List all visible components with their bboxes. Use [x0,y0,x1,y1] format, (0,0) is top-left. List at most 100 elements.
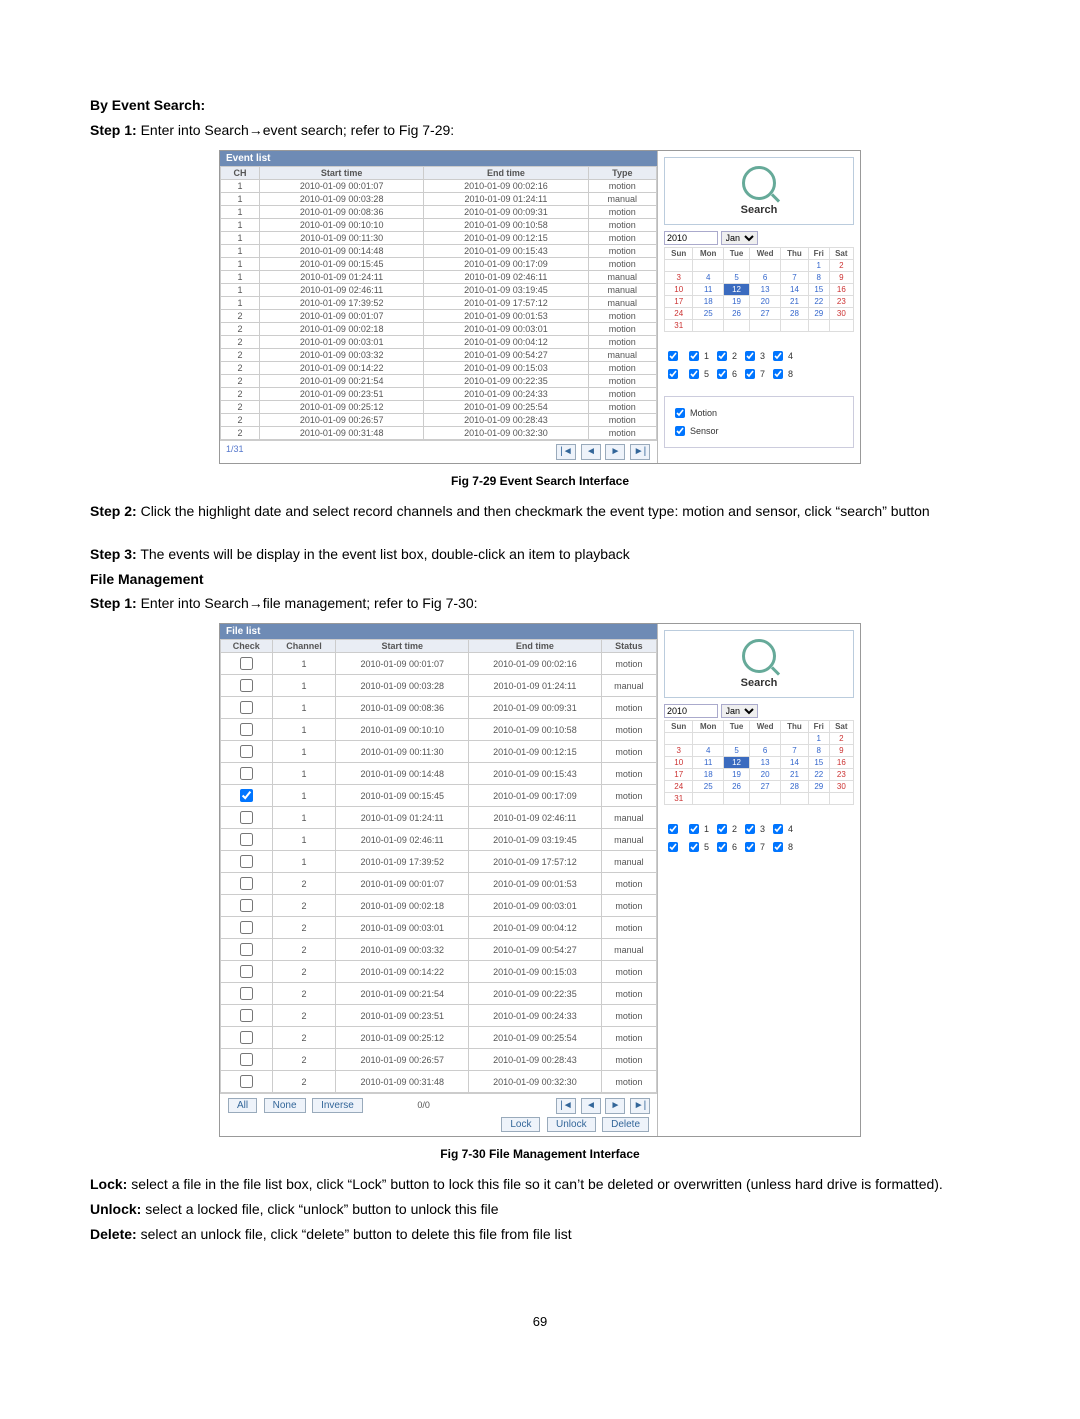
calendar-day[interactable]: 30 [829,781,853,793]
channel-group-check[interactable] [668,351,678,361]
calendar-day[interactable]: 8 [808,745,829,757]
calendar-day[interactable]: 5 [723,745,749,757]
calendar-day[interactable]: 2 [829,259,853,271]
file-row[interactable]: 22010-01-09 00:03:012010-01-09 00:04:12m… [221,917,657,939]
file-check[interactable] [240,877,253,890]
calendar-day[interactable]: 1 [808,733,829,745]
inverse-button[interactable]: Inverse [312,1098,363,1113]
channel-check[interactable] [773,369,783,379]
event-row[interactable]: 22010-01-09 00:03:012010-01-09 00:04:12m… [221,335,657,348]
file-check[interactable] [240,1075,253,1088]
calendar-day[interactable]: 5 [723,271,749,283]
file-check[interactable] [240,987,253,1000]
calendar-day[interactable]: 24 [665,307,693,319]
event-row[interactable]: 12010-01-09 01:24:112010-01-09 02:46:11m… [221,270,657,283]
channel-check[interactable] [689,369,699,379]
file-check[interactable] [240,943,253,956]
calendar-day[interactable]: 26 [723,307,749,319]
calendar-day[interactable]: 16 [829,283,853,295]
calendar-day[interactable]: 13 [750,283,781,295]
file-check[interactable] [240,811,253,824]
channel-group-check[interactable] [668,369,678,379]
channel-check[interactable] [689,351,699,361]
calendar-day[interactable]: 4 [693,271,724,283]
file-row[interactable]: 12010-01-09 00:10:102010-01-09 00:10:58m… [221,719,657,741]
event-row[interactable]: 22010-01-09 00:31:482010-01-09 00:32:30m… [221,426,657,439]
calendar-day[interactable]: 17 [665,769,693,781]
calendar-day[interactable]: 15 [808,283,829,295]
calendar-day[interactable]: 14 [781,757,809,769]
file-check[interactable] [240,657,253,670]
calendar-day[interactable]: 21 [781,295,809,307]
calendar-day[interactable]: 28 [781,307,809,319]
calendar-day[interactable]: 3 [665,745,693,757]
event-row[interactable]: 12010-01-09 17:39:522010-01-09 17:57:12m… [221,296,657,309]
file-row[interactable]: 12010-01-09 00:14:482010-01-09 00:15:43m… [221,763,657,785]
channel-check[interactable] [773,351,783,361]
calendar-day[interactable]: 27 [750,307,781,319]
calendar-day[interactable]: 23 [829,769,853,781]
motion-check[interactable] [675,408,685,418]
calendar-day[interactable]: 7 [781,745,809,757]
year-input[interactable] [664,231,718,245]
calendar-day[interactable]: 1 [808,259,829,271]
event-row[interactable]: 22010-01-09 00:25:122010-01-09 00:25:54m… [221,400,657,413]
calendar-day[interactable]: 11 [693,283,724,295]
calendar-day[interactable]: 18 [693,295,724,307]
calendar-day[interactable]: 21 [781,769,809,781]
channel-check[interactable] [745,824,755,834]
event-row[interactable]: 12010-01-09 00:01:072010-01-09 00:02:16m… [221,179,657,192]
calendar-day[interactable]: 13 [750,757,781,769]
calendar-day[interactable]: 19 [723,769,749,781]
channel-check[interactable] [689,842,699,852]
unlock-button[interactable]: Unlock [547,1117,596,1132]
channel-check[interactable] [717,842,727,852]
month-select[interactable]: Jan [721,231,758,245]
event-row[interactable]: 12010-01-09 00:10:102010-01-09 00:10:58m… [221,218,657,231]
file-row[interactable]: 22010-01-09 00:25:122010-01-09 00:25:54m… [221,1027,657,1049]
channel-check[interactable] [745,842,755,852]
lock-button[interactable]: Lock [501,1117,540,1132]
next-page-button[interactable]: ► [605,444,625,460]
calendar-day[interactable]: 2 [829,733,853,745]
calendar-day[interactable]: 9 [829,271,853,283]
calendar-day[interactable]: 20 [750,769,781,781]
file-check[interactable] [240,745,253,758]
file-row[interactable]: 22010-01-09 00:21:542010-01-09 00:22:35m… [221,983,657,1005]
calendar-day[interactable]: 3 [665,271,693,283]
calendar-day[interactable]: 9 [829,745,853,757]
channel-check[interactable] [717,351,727,361]
file-row[interactable]: 22010-01-09 00:14:222010-01-09 00:15:03m… [221,961,657,983]
event-row[interactable]: 12010-01-09 00:08:362010-01-09 00:09:31m… [221,205,657,218]
event-row[interactable]: 12010-01-09 00:11:302010-01-09 00:12:15m… [221,231,657,244]
calendar-day[interactable]: 31 [665,793,693,805]
file-row[interactable]: 12010-01-09 00:08:362010-01-09 00:09:31m… [221,697,657,719]
calendar-day[interactable]: 27 [750,781,781,793]
file-check[interactable] [240,899,253,912]
calendar-day[interactable]: 30 [829,307,853,319]
channel-check[interactable] [773,842,783,852]
file-first-page-button[interactable]: |◄ [556,1098,576,1114]
calendar-day[interactable]: 11 [693,757,724,769]
event-row[interactable]: 22010-01-09 00:03:322010-01-09 00:54:27m… [221,348,657,361]
file-row[interactable]: 12010-01-09 00:03:282010-01-09 01:24:11m… [221,675,657,697]
file-row[interactable]: 22010-01-09 00:31:482010-01-09 00:32:30m… [221,1071,657,1093]
calendar-day[interactable]: 18 [693,769,724,781]
calendar-day[interactable]: 10 [665,283,693,295]
calendar-day[interactable]: 31 [665,319,693,331]
file-row[interactable]: 12010-01-09 01:24:112010-01-09 02:46:11m… [221,807,657,829]
event-row[interactable]: 22010-01-09 00:02:182010-01-09 00:03:01m… [221,322,657,335]
calendar-day[interactable]: 7 [781,271,809,283]
file-check[interactable] [240,679,253,692]
calendar-day[interactable]: 26 [723,781,749,793]
calendar-day[interactable]: 23 [829,295,853,307]
file-check[interactable] [240,833,253,846]
channel-group-check[interactable] [668,842,678,852]
search-box[interactable]: Search [664,157,854,225]
delete-button[interactable]: Delete [602,1117,649,1132]
calendar-day[interactable]: 12 [723,757,749,769]
event-row[interactable]: 12010-01-09 00:03:282010-01-09 01:24:11m… [221,192,657,205]
calendar-day[interactable]: 19 [723,295,749,307]
calendar-day[interactable]: 15 [808,757,829,769]
event-row[interactable]: 22010-01-09 00:14:222010-01-09 00:15:03m… [221,361,657,374]
